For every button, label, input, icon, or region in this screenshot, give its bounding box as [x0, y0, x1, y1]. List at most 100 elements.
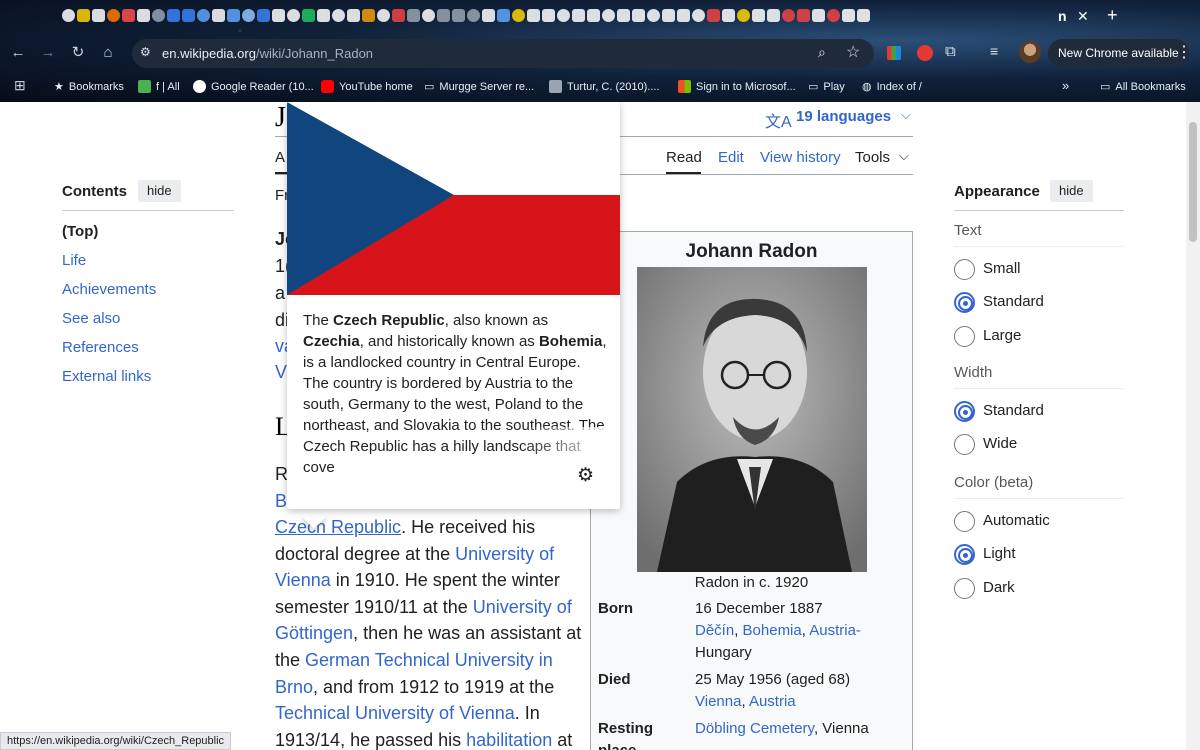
- extensions-puzzle-icon[interactable]: ⧉: [945, 43, 956, 60]
- profile-avatar[interactable]: [1019, 41, 1041, 63]
- chevron-down-icon[interactable]: ⌵: [901, 107, 911, 123]
- article-link[interactable]: University of: [455, 544, 554, 564]
- radio-text-large[interactable]: [954, 325, 975, 347]
- tab-favicon[interactable]: [62, 9, 75, 22]
- pinned-tab-favicons[interactable]: [62, 9, 1072, 25]
- tab-favicon[interactable]: [542, 9, 555, 22]
- died-place-link[interactable]: Austria: [749, 693, 796, 710]
- bookmark-item[interactable]: ◍ Index of /: [862, 80, 922, 94]
- tab-favicon[interactable]: [737, 9, 750, 22]
- home-icon[interactable]: ⌂: [97, 42, 119, 64]
- radio-label[interactable]: Large: [983, 327, 1021, 344]
- portrait-photo[interactable]: [637, 267, 867, 572]
- tab-favicon[interactable]: [512, 9, 525, 22]
- tab-article[interactable]: A: [275, 149, 285, 166]
- tab-favicon[interactable]: [842, 9, 855, 22]
- back-icon[interactable]: ←: [7, 42, 29, 64]
- radio-color-beta-dark[interactable]: [954, 577, 975, 599]
- tab-favicon[interactable]: [497, 9, 510, 22]
- scrollbar-thumb[interactable]: [1189, 122, 1197, 242]
- radio-text-standard[interactable]: [954, 292, 975, 314]
- all-bookmarks-folder[interactable]: ▭ All Bookmarks: [1100, 80, 1186, 94]
- translate-icon[interactable]: 文A: [765, 108, 792, 132]
- extension-icon[interactable]: [887, 46, 901, 60]
- tab-favicon[interactable]: [782, 9, 795, 22]
- tab-favicon[interactable]: [527, 9, 540, 22]
- died-place-link[interactable]: Vienna: [695, 693, 741, 710]
- tab-favicon[interactable]: [437, 9, 450, 22]
- tab-favicon[interactable]: [812, 9, 825, 22]
- page-preview-popup[interactable]: The Czech Republic, also known as Czechi…: [287, 102, 620, 509]
- tab-favicon[interactable]: [707, 9, 720, 22]
- tab-favicon[interactable]: [317, 9, 330, 22]
- born-place-link[interactable]: Bohemia: [743, 622, 802, 639]
- extension-icon[interactable]: [917, 45, 933, 61]
- tab-favicon[interactable]: [407, 9, 420, 22]
- languages-button[interactable]: 19 languages: [796, 108, 891, 125]
- bookmark-item[interactable]: YouTube home: [321, 80, 413, 93]
- tab-favicon[interactable]: [482, 9, 495, 22]
- toc-item-external-links[interactable]: External links: [62, 368, 151, 385]
- url-text[interactable]: en.wikipedia.org/wiki/Johann_Radon: [162, 46, 373, 61]
- born-place-link[interactable]: Austria-: [809, 622, 861, 639]
- tab-favicon[interactable]: [557, 9, 570, 22]
- tab-favicon[interactable]: [392, 9, 405, 22]
- site-info-icon[interactable]: ⚙: [140, 45, 156, 61]
- tab-favicon[interactable]: [572, 9, 585, 22]
- tab-favicon[interactable]: [692, 9, 705, 22]
- appearance-hide-button[interactable]: hide: [1050, 180, 1093, 202]
- born-place-link[interactable]: Hungary: [695, 644, 752, 661]
- radio-label[interactable]: Dark: [983, 579, 1015, 596]
- radio-label[interactable]: Standard: [983, 402, 1044, 419]
- tab-favicon[interactable]: [752, 9, 765, 22]
- toc-item-achievements[interactable]: Achievements: [62, 281, 156, 298]
- bookmark-item[interactable]: ▭ Play: [808, 80, 845, 94]
- radio-color-beta-automatic[interactable]: [954, 511, 975, 532]
- chrome-menu-icon[interactable]: ⋮: [1176, 42, 1192, 62]
- tab-favicon[interactable]: [632, 9, 645, 22]
- life-link-fragment[interactable]: B: [275, 491, 287, 512]
- tab-favicon[interactable]: [602, 9, 615, 22]
- active-tab-favicon[interactable]: n: [1058, 8, 1067, 24]
- tab-favicon[interactable]: [347, 9, 360, 22]
- tab-favicon[interactable]: [767, 9, 780, 22]
- tab-favicon[interactable]: [92, 9, 105, 22]
- tab-favicon[interactable]: [377, 9, 390, 22]
- bookmark-item[interactable]: Sign in to Microsof...: [678, 80, 796, 93]
- bookmark-item[interactable]: Google Reader (10...: [193, 80, 314, 93]
- tab-favicon[interactable]: [827, 9, 840, 22]
- new-chrome-available-button[interactable]: New Chrome available: [1048, 39, 1189, 67]
- toc-item-life[interactable]: Life: [62, 252, 86, 269]
- chevron-down-icon[interactable]: ⌵: [899, 148, 909, 164]
- tab-favicon[interactable]: [197, 9, 210, 22]
- tab-favicon[interactable]: [722, 9, 735, 22]
- tab-favicon[interactable]: [452, 9, 465, 22]
- tab-favicon[interactable]: [167, 9, 180, 22]
- tab-favicon[interactable]: [242, 9, 255, 22]
- article-link[interactable]: University of: [473, 597, 572, 617]
- tab-read[interactable]: Read: [666, 149, 702, 166]
- radio-label[interactable]: Small: [983, 260, 1021, 277]
- reload-icon[interactable]: ↻: [67, 42, 89, 64]
- tab-favicon[interactable]: [212, 9, 225, 22]
- tab-favicon[interactable]: [77, 9, 90, 22]
- radio-color-beta-light[interactable]: [954, 544, 975, 566]
- lead-link-fragment[interactable]: V: [275, 362, 287, 383]
- address-bar[interactable]: ⚙ en.wikipedia.org/wiki/Johann_Radon ⌕ ☆: [132, 39, 874, 68]
- apps-grid-icon[interactable]: ⊞: [14, 77, 26, 94]
- tab-view-history[interactable]: View history: [760, 149, 841, 166]
- bookmark-item[interactable]: ★ Bookmarks: [54, 80, 124, 94]
- tab-favicon[interactable]: [422, 9, 435, 22]
- czech-flag-image[interactable]: [287, 102, 620, 295]
- article-link[interactable]: Czech Republic: [275, 517, 401, 537]
- forward-icon[interactable]: →: [37, 42, 59, 64]
- tab-favicon[interactable]: [332, 9, 345, 22]
- new-tab-icon[interactable]: +: [1107, 5, 1118, 26]
- tab-favicon[interactable]: [662, 9, 675, 22]
- radio-label[interactable]: Automatic: [983, 512, 1050, 529]
- radio-width-standard[interactable]: [954, 401, 975, 422]
- tab-favicon[interactable]: [587, 9, 600, 22]
- bookmark-item[interactable]: ▭ Murgge Server re...: [424, 80, 534, 94]
- radio-label[interactable]: Light: [983, 545, 1016, 562]
- tab-favicon[interactable]: [227, 9, 240, 22]
